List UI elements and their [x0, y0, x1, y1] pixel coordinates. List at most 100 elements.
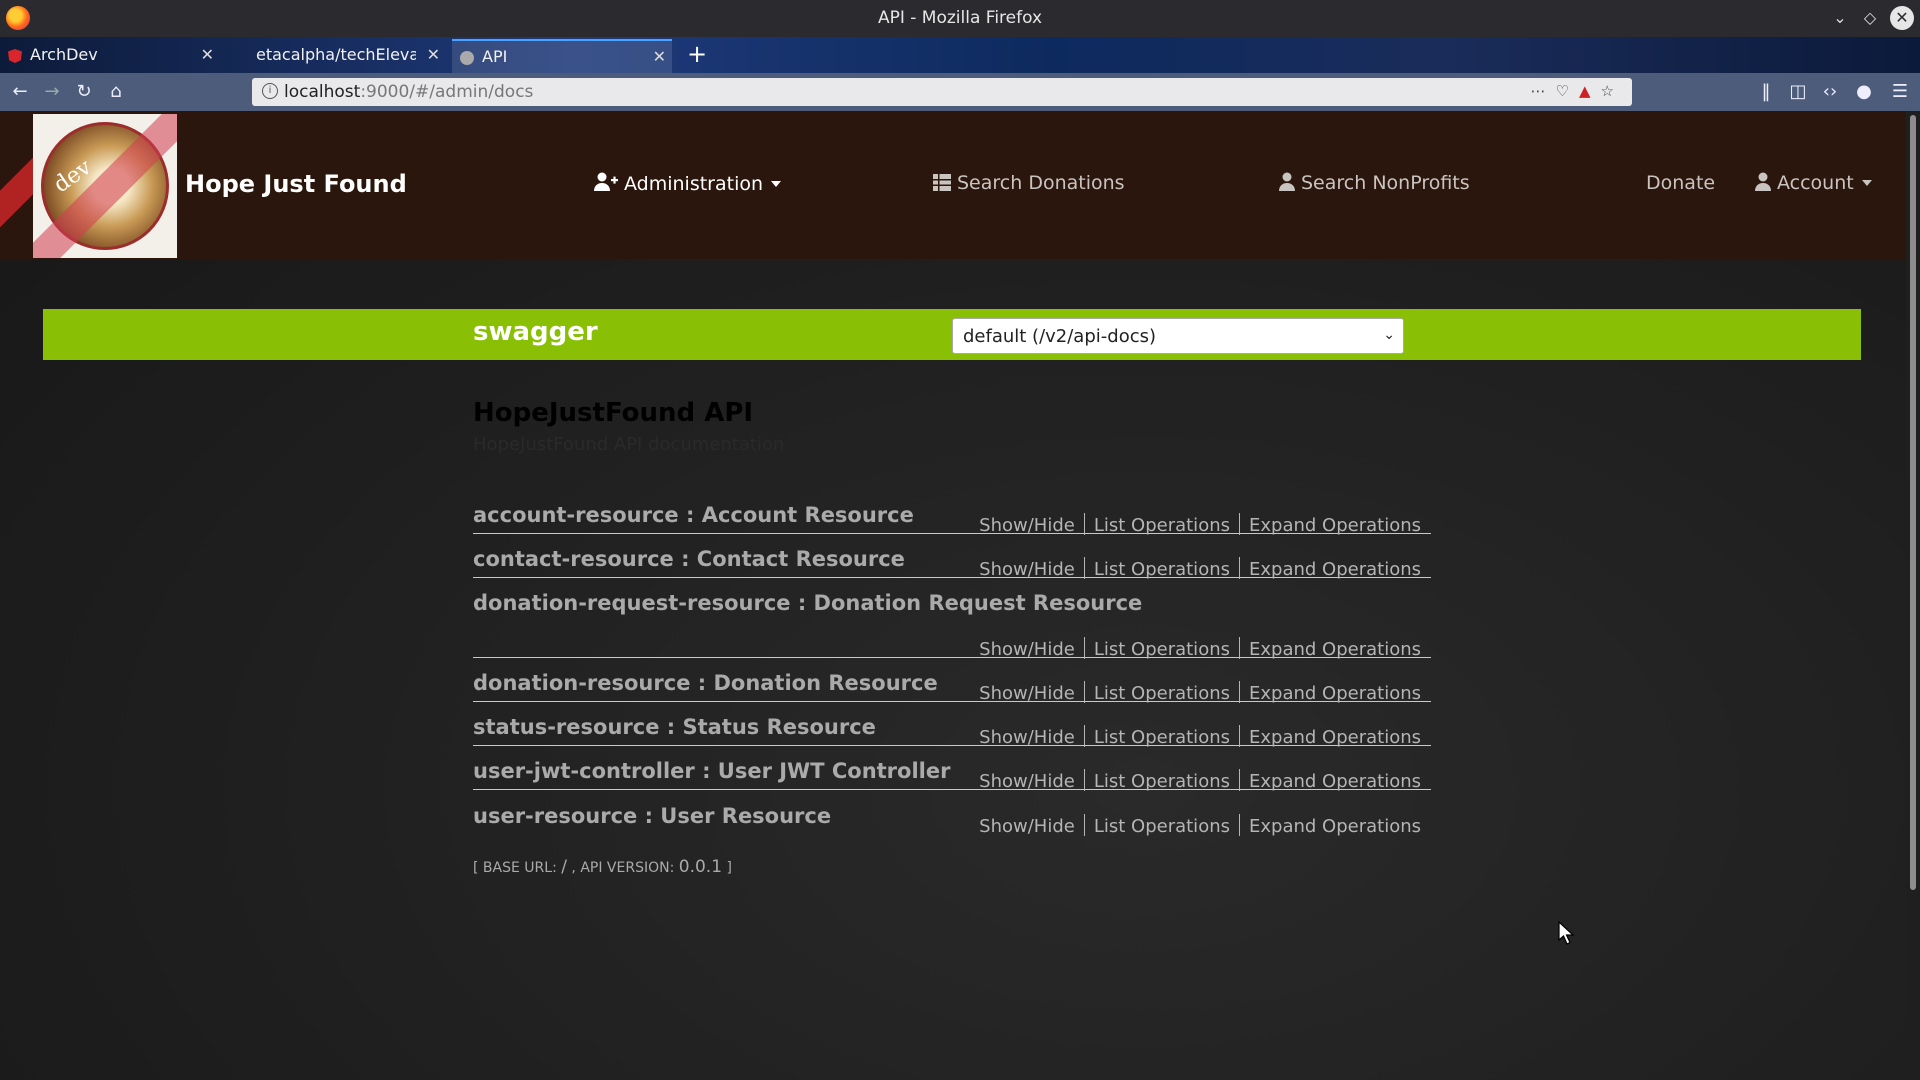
show-hide-link[interactable]: Show/Hide	[979, 515, 1075, 536]
show-hide-link[interactable]: Show/Hide	[979, 559, 1075, 580]
tab-label: ArchDev	[30, 45, 98, 64]
separator	[1083, 513, 1085, 535]
brand-title[interactable]: Hope Just Found	[185, 170, 407, 198]
tab-archdev[interactable]: ArchDev ✕	[0, 39, 220, 73]
resource-name[interactable]: status-resource : Status Resource	[473, 715, 876, 739]
separator	[1239, 637, 1240, 659]
list-operations-link[interactable]: List Operations	[1094, 683, 1230, 704]
menu-account[interactable]: Account	[1755, 172, 1872, 194]
separator	[1239, 681, 1240, 703]
show-hide-link[interactable]: Show/Hide	[979, 816, 1075, 837]
expand-operations-link[interactable]: Expand Operations	[1249, 683, 1421, 704]
minimize-icon[interactable]: ⌄	[1828, 6, 1852, 30]
menu-search-nonprofits[interactable]: Search NonProfits	[1279, 172, 1470, 194]
home-icon[interactable]: ⌂	[104, 80, 128, 104]
swagger-icon	[460, 51, 474, 65]
base-url-label: BASE URL	[482, 860, 553, 876]
close-tab-icon[interactable]: ✕	[653, 41, 666, 73]
list-operations-link[interactable]: List Operations	[1094, 771, 1230, 792]
menu-icon[interactable]: ☰	[1888, 80, 1912, 104]
close-tab-icon[interactable]: ✕	[427, 39, 440, 71]
menu-donate[interactable]: Donate	[1646, 172, 1715, 194]
close-tab-icon[interactable]: ✕	[201, 39, 214, 71]
back-icon[interactable]: ←	[8, 80, 32, 104]
site-info-icon[interactable]: i	[262, 83, 278, 99]
user-icon	[1279, 172, 1295, 191]
show-hide-link[interactable]: Show/Hide	[979, 683, 1075, 704]
list-operations-link[interactable]: List Operations	[1094, 515, 1230, 536]
resource-row: user-resource : User Resource Show/Hide Li…	[473, 800, 1431, 837]
show-hide-link[interactable]: Show/Hide	[979, 727, 1075, 748]
resource-operations: Show/Hide List Operations Expand Operation…	[979, 725, 1421, 748]
api-title: HopeJustFound API	[473, 398, 754, 428]
url-text[interactable]: localhost:9000/#/admin/docs	[284, 82, 533, 102]
angular-icon	[8, 49, 22, 63]
separator	[1239, 557, 1240, 579]
window-titlebar: API - Mozilla Firefox ⌄ ◇ ✕	[0, 0, 1920, 37]
user-plus-icon	[594, 172, 618, 191]
separator	[1083, 557, 1085, 579]
menu-administration[interactable]: Administration	[594, 172, 782, 195]
expand-operations-link[interactable]: Expand Operations	[1249, 515, 1421, 536]
resource-operations: Show/Hide List Operations Expand Operation…	[979, 814, 1421, 837]
base-url-footer: [ BASE URL: / , API VERSION: 0.0.1 ]	[473, 857, 732, 877]
sidebar-icon[interactable]: ◫	[1786, 80, 1810, 104]
api-spec-select[interactable]: default (/v2/api-docs) ⌄	[952, 318, 1404, 354]
tab-github[interactable]: etacalpha/techElevat ✕	[226, 39, 446, 73]
resource-row: donation-resource : Donation Resource Sho…	[473, 667, 1431, 704]
resource-name[interactable]: user-jwt-controller : User JWT Controlle…	[473, 759, 950, 783]
reload-icon[interactable]: ↻	[72, 80, 96, 104]
list-operations-link[interactable]: List Operations	[1094, 559, 1230, 580]
separator	[1239, 725, 1240, 747]
pocket-icon: ♡	[1555, 82, 1579, 100]
resource-operations: Show/Hide List Operations Expand Operation…	[979, 557, 1421, 580]
library-icon[interactable]: ‖	[1754, 80, 1778, 104]
devtools-icon[interactable]: ‹›	[1818, 80, 1842, 104]
base-url-value: /	[561, 857, 567, 877]
list-operations-link[interactable]: List Operations	[1094, 639, 1230, 660]
resource-name[interactable]: donation-request-resource : Donation Req…	[473, 591, 1142, 615]
logo[interactable]: dev	[33, 114, 177, 258]
show-hide-link[interactable]: Show/Hide	[979, 639, 1075, 660]
url-bar[interactable]: i localhost:9000/#/admin/docs ⋯♡▲☆	[252, 78, 1632, 106]
list-operations-link[interactable]: List Operations	[1094, 727, 1230, 748]
page-scrollbar[interactable]	[1906, 111, 1920, 1080]
tab-api[interactable]: API ✕	[452, 39, 672, 75]
resource-operations: Show/Hide List Operations Expand Operation…	[979, 637, 1421, 660]
extension-icon[interactable]: ●	[1852, 80, 1876, 104]
close-window-icon[interactable]: ✕	[1890, 6, 1914, 30]
maximize-icon[interactable]: ◇	[1858, 6, 1882, 30]
scrollbar-thumb[interactable]	[1910, 115, 1916, 890]
page-content: dev Hope Just Found Administration Searc…	[0, 111, 1906, 1080]
expand-operations-link[interactable]: Expand Operations	[1249, 816, 1421, 837]
expand-operations-link[interactable]: Expand Operations	[1249, 771, 1421, 792]
navigation-toolbar: ← → ↻ ⌂ i localhost:9000/#/admin/docs ⋯♡…	[0, 73, 1920, 111]
resource-name[interactable]: account-resource : Account Resource	[473, 503, 914, 527]
resource-operations: Show/Hide List Operations Expand Operation…	[979, 513, 1421, 536]
bookmark-star-icon: ☆	[1600, 82, 1624, 100]
chevron-down-icon: ⌄	[1383, 327, 1395, 343]
expand-operations-link[interactable]: Expand Operations	[1249, 727, 1421, 748]
page-actions-icon: ⋯	[1530, 82, 1556, 100]
tab-label: etacalpha/techElevat	[256, 45, 416, 64]
api-description: HopeJustFound API documentation	[473, 434, 785, 455]
menu-search-donations[interactable]: Search Donations	[933, 172, 1125, 194]
new-tab-button[interactable]: +	[680, 37, 714, 73]
swagger-logo[interactable]: swagger	[473, 317, 598, 347]
separator	[1083, 681, 1085, 703]
resource-operations: Show/Hide List Operations Expand Operation…	[979, 769, 1421, 792]
show-hide-link[interactable]: Show/Hide	[979, 771, 1075, 792]
resource-row: donation-request-resource : Donation Req…	[473, 587, 1431, 660]
url-bar-actions[interactable]: ⋯♡▲☆	[1531, 82, 1624, 100]
separator	[1239, 513, 1240, 535]
resource-row: user-jwt-controller : User JWT Controlle…	[473, 755, 1431, 792]
expand-operations-link[interactable]: Expand Operations	[1249, 639, 1421, 660]
app-header: dev Hope Just Found Administration Searc…	[0, 111, 1906, 259]
resource-name[interactable]: contact-resource : Contact Resource	[473, 547, 905, 571]
list-operations-link[interactable]: List Operations	[1094, 816, 1230, 837]
api-version-value: 0.0.1	[678, 857, 723, 877]
resource-name[interactable]: donation-resource : Donation Resource	[473, 671, 938, 695]
forward-icon[interactable]: →	[40, 80, 64, 104]
resource-name[interactable]: user-resource : User Resource	[473, 804, 831, 828]
expand-operations-link[interactable]: Expand Operations	[1249, 559, 1421, 580]
